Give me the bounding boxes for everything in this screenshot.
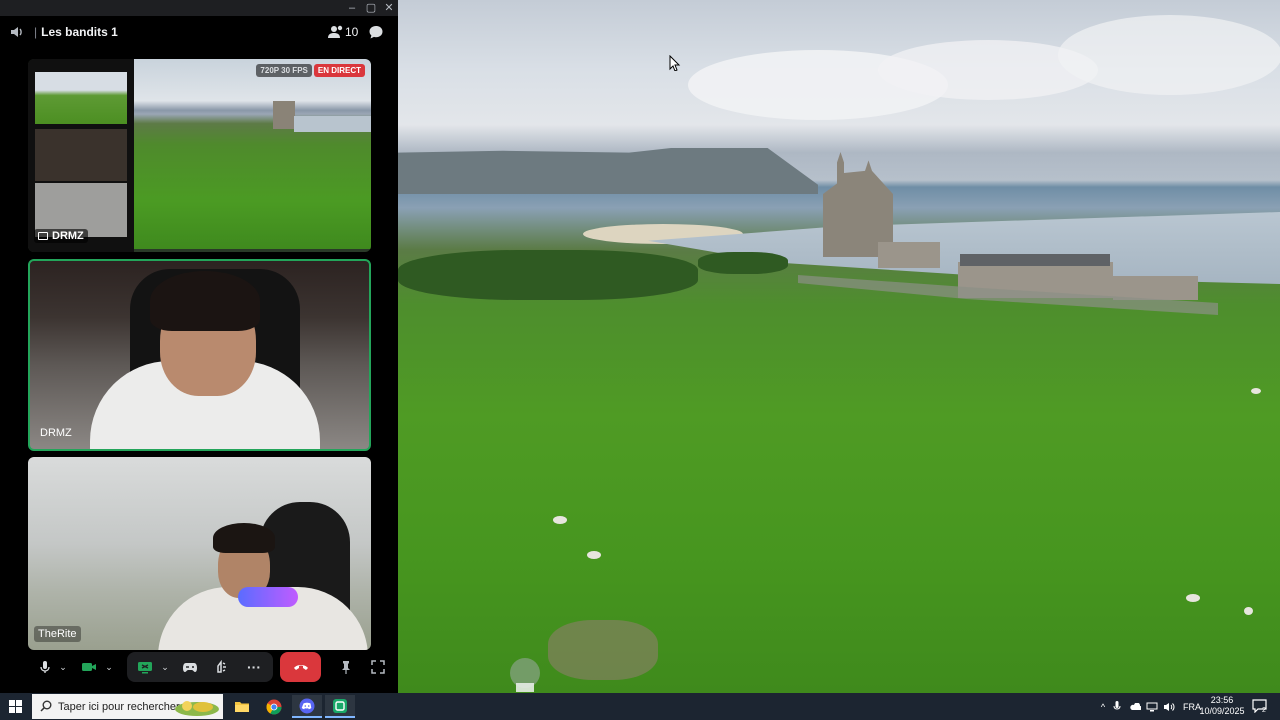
cloud	[1058, 15, 1280, 95]
notification-count: 2	[1262, 707, 1266, 713]
camera-icon	[82, 663, 96, 671]
taskbar-discord[interactable]	[292, 695, 322, 718]
system-tray: ^ FRA	[1097, 693, 1201, 720]
stream-quality-badge: 720P 30 FPS	[256, 64, 312, 77]
hang-up-icon	[294, 665, 308, 670]
disconnect-button[interactable]	[280, 652, 321, 682]
mouse-cursor-icon	[669, 55, 681, 71]
clock-date: 10/09/2025	[1199, 706, 1245, 716]
cottage	[1113, 276, 1198, 300]
sheep	[1186, 594, 1200, 602]
stream-video	[134, 59, 371, 249]
tray-overflow-chevron-icon[interactable]: ^	[1097, 702, 1109, 712]
stop-stream-button[interactable]	[134, 652, 156, 682]
call-header: | Les bandits 1 10	[0, 16, 398, 48]
pop-in-button[interactable]	[336, 652, 356, 682]
camera-tile[interactable]: DRMZ	[28, 259, 371, 451]
camera-options-chevron-icon[interactable]: ⌄	[102, 652, 116, 682]
microphone-button[interactable]	[34, 652, 56, 682]
camera-tile[interactable]: TheRite	[28, 457, 371, 650]
folder-icon	[235, 702, 249, 712]
castle-image	[273, 101, 295, 129]
hedge	[398, 250, 698, 300]
activities-button[interactable]	[179, 652, 201, 682]
stream-fullscreen-video	[398, 0, 1280, 693]
person-hair	[213, 523, 275, 553]
window-titlebar: – ▢ ✕	[0, 0, 398, 16]
pin-icon	[342, 661, 350, 674]
stream-options-chevron-icon[interactable]: ⌄	[158, 652, 172, 682]
live-badge: EN DIRECT	[313, 64, 365, 77]
search-highlight-icon	[175, 701, 219, 716]
channel-name: Les bandits 1	[41, 25, 118, 39]
search-placeholder: Taper ici pour rechercher	[58, 700, 180, 713]
microphone-icon	[40, 661, 50, 673]
lake-image	[294, 116, 371, 132]
discord-icon	[299, 698, 315, 713]
clock-time: 23:56	[1210, 695, 1234, 705]
camera-name-label: TheRite	[34, 626, 81, 642]
person-hair	[150, 271, 260, 331]
windows-start-icon[interactable]	[9, 700, 22, 713]
gamepad-icon	[183, 663, 197, 672]
stream-overlay-emblem-icon	[510, 658, 540, 692]
taskbar-app[interactable]	[325, 695, 355, 718]
building	[878, 242, 940, 268]
participant-count: 10	[345, 25, 359, 39]
voice-channel-icon	[11, 27, 22, 37]
more-options-icon[interactable]: ···	[243, 652, 265, 682]
screen-share-icon	[38, 232, 48, 240]
taskbar-clock[interactable]: 23:56 10/09/2025	[1198, 695, 1246, 717]
stream-badges: 720P 30 FPS EN DIRECT	[256, 64, 365, 77]
mountain	[398, 148, 818, 194]
call-controls: ⌄ ⌄ ⌄ ···	[28, 652, 392, 682]
participants-icon[interactable]	[327, 24, 345, 40]
soundboard-button[interactable]	[211, 652, 233, 682]
screen-share-icon	[138, 661, 152, 673]
sheep	[1244, 607, 1253, 615]
minimize-icon[interactable]: –	[343, 0, 361, 16]
volume-icon[interactable]	[1163, 702, 1175, 712]
taskbar-search-box[interactable]: Taper ici pour rechercher	[32, 694, 223, 719]
soundboard-icon	[217, 660, 226, 673]
close-icon[interactable]: ✕	[380, 0, 398, 16]
camera-name-label: DRMZ	[40, 427, 72, 439]
search-icon	[40, 700, 52, 712]
taskbar-chrome[interactable]	[259, 695, 289, 718]
microphone-light	[238, 587, 298, 607]
channel-title: | Les bandits 1	[34, 25, 118, 39]
stream-inner-discord-preview	[28, 59, 134, 252]
tray-microphone-icon[interactable]	[1113, 701, 1121, 712]
streamer-label: DRMZ	[34, 229, 88, 243]
discord-call-window: – ▢ ✕ | Les bandits 1 10 720P 30 FPS EN …	[0, 0, 398, 693]
hedge	[698, 252, 788, 274]
stream-tile[interactable]: 720P 30 FPS EN DIRECT DRMZ	[28, 59, 371, 252]
sheep	[1251, 388, 1261, 394]
chrome-icon	[266, 699, 282, 714]
taskbar-file-explorer[interactable]	[227, 695, 257, 718]
app-icon	[333, 698, 347, 713]
onedrive-icon[interactable]	[1129, 702, 1141, 711]
screen: – ▢ ✕ | Les bandits 1 10 720P 30 FPS EN …	[0, 0, 1280, 720]
camera-button[interactable]	[78, 652, 100, 682]
windows-taskbar: Taper ici pour rechercher ^ FRA 23:56 10…	[0, 693, 1280, 720]
microphone-options-chevron-icon[interactable]: ⌄	[56, 652, 70, 682]
streamer-name: DRMZ	[52, 230, 84, 242]
inner-camera-thumbnail	[35, 129, 127, 181]
sheep	[553, 516, 567, 524]
fullscreen-button[interactable]	[368, 652, 388, 682]
farmhouse-roof	[960, 254, 1110, 266]
notification-center-icon[interactable]: 2	[1252, 699, 1267, 713]
sheep	[587, 551, 601, 559]
network-icon[interactable]	[1146, 702, 1158, 712]
inner-stream-thumbnail	[35, 72, 127, 124]
maximize-icon[interactable]: ▢	[362, 0, 380, 16]
fullscreen-icon	[371, 660, 385, 674]
dirt-patch	[548, 620, 658, 680]
chat-icon[interactable]	[368, 24, 384, 40]
